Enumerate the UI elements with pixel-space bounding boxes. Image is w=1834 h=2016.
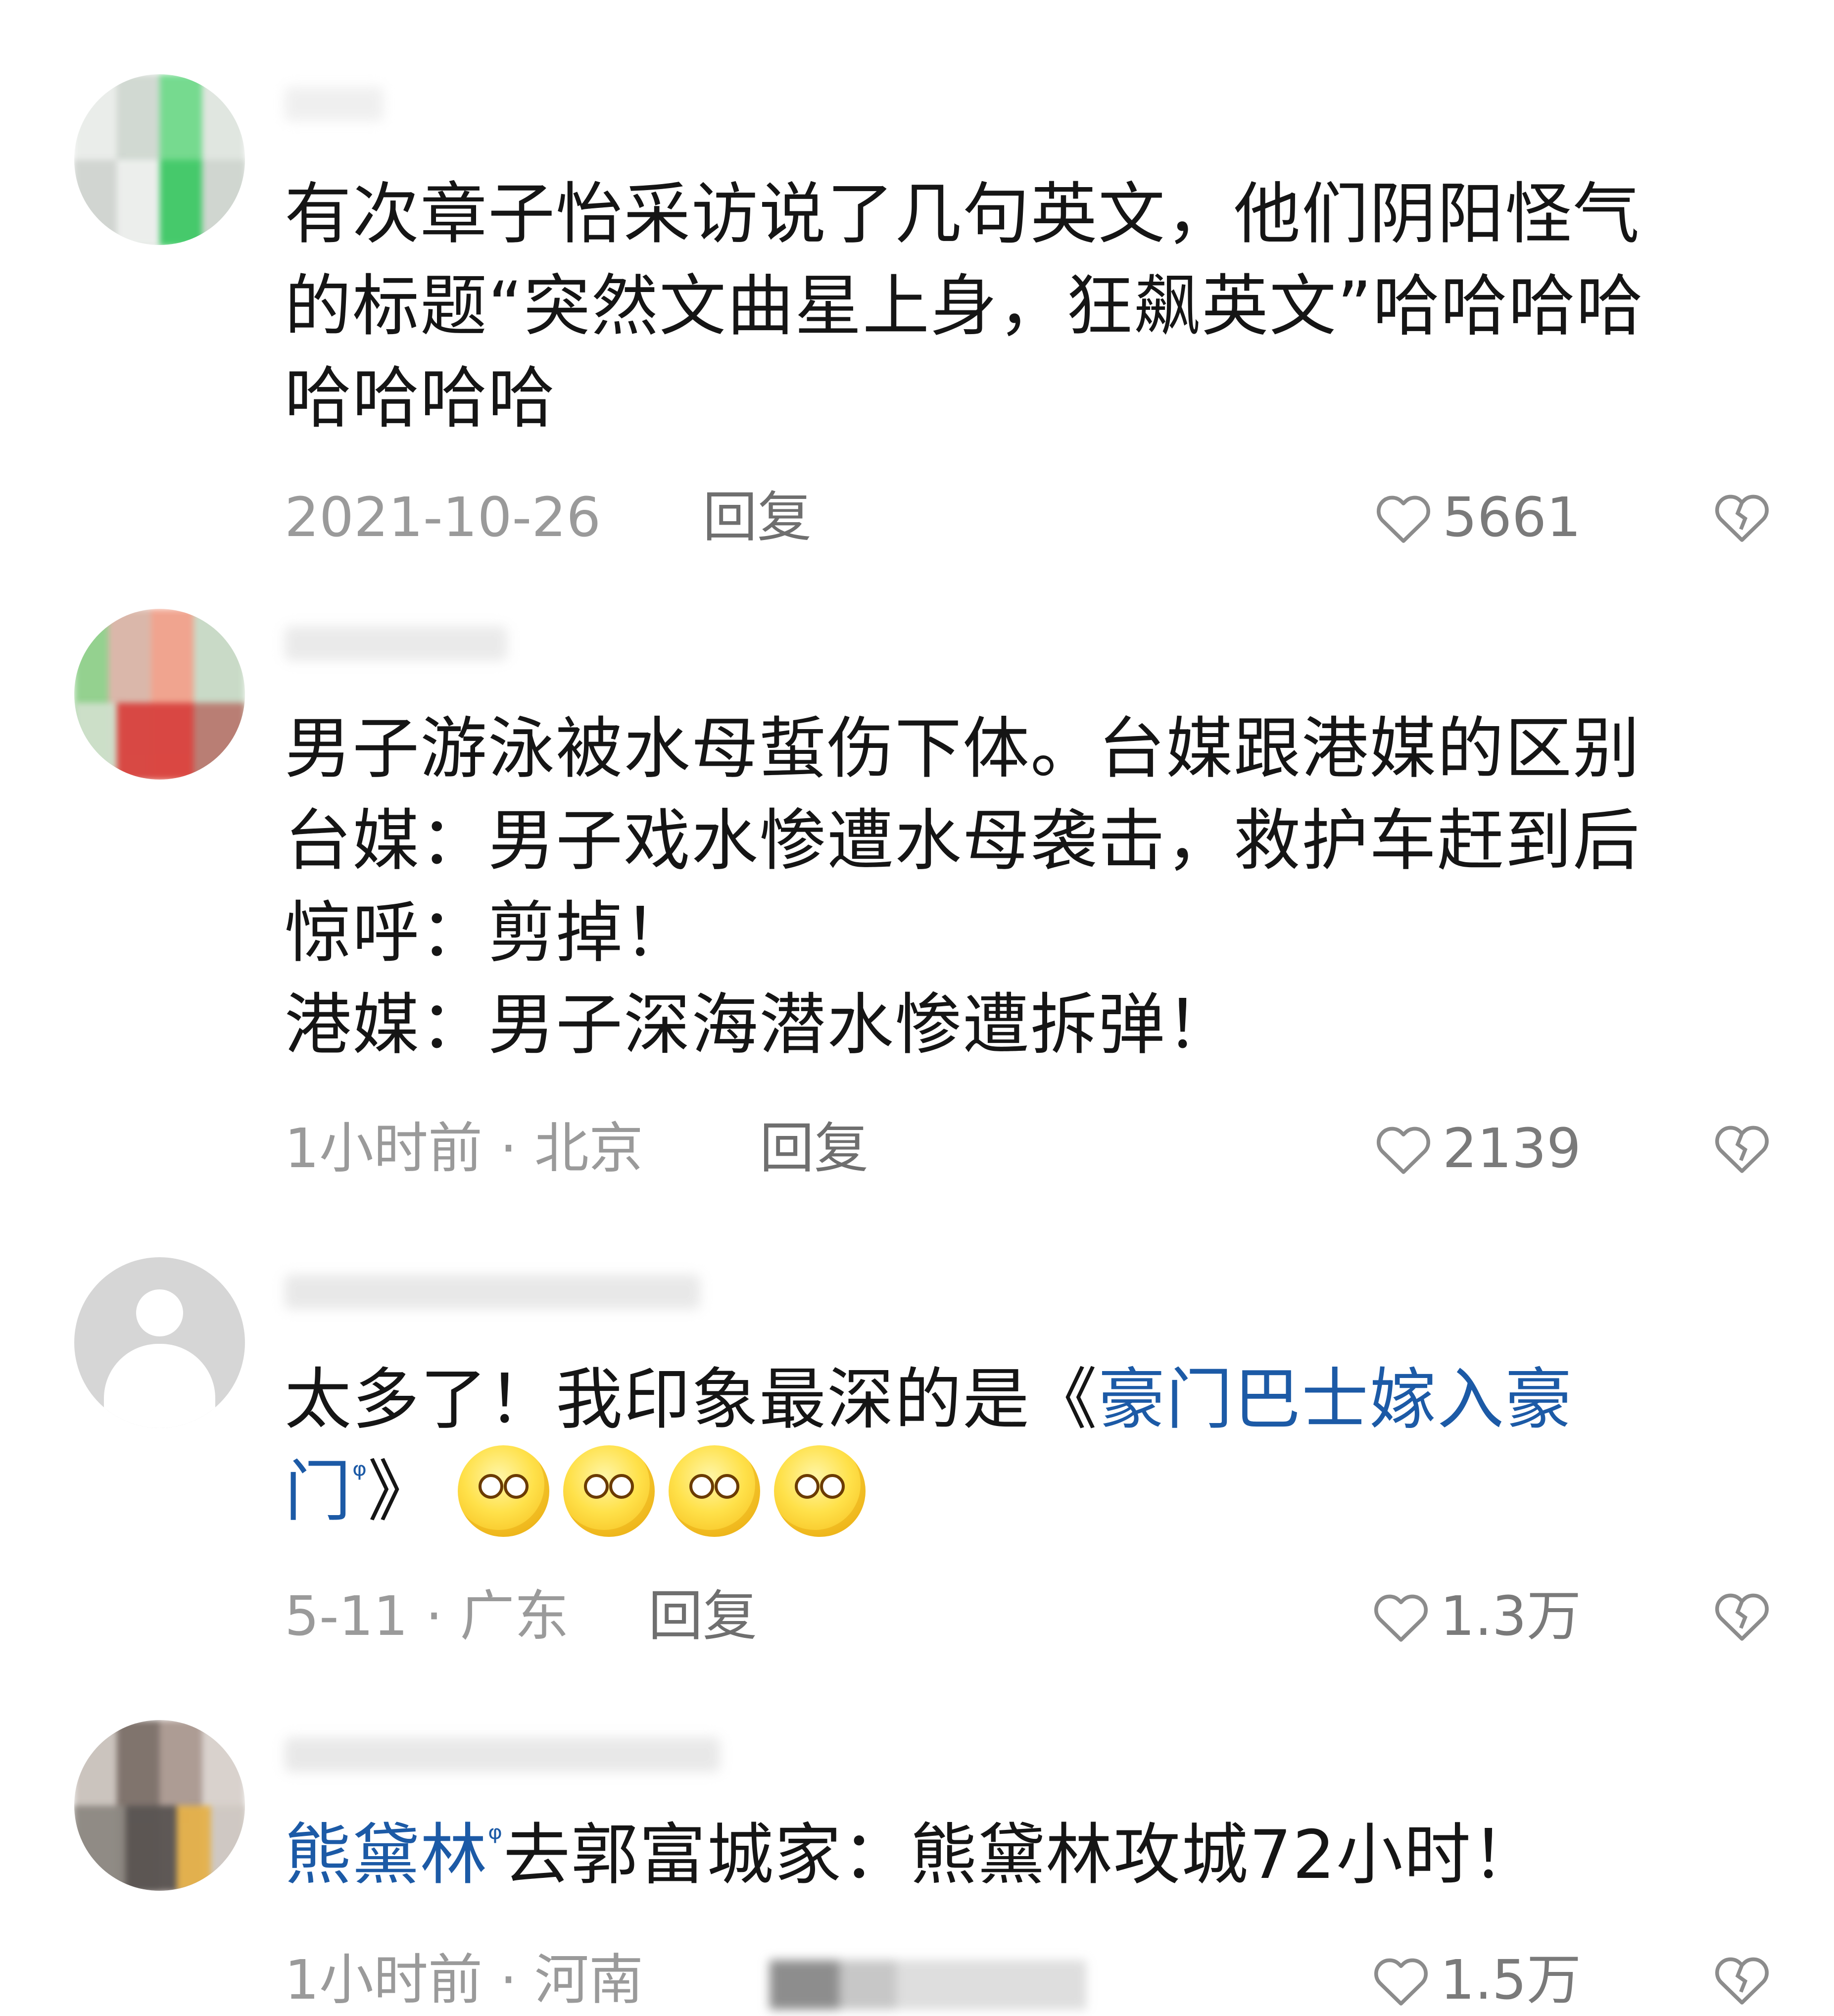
like-button[interactable]: 5661	[1371, 483, 1581, 553]
reply-button-blurred[interactable]	[770, 1960, 1086, 2010]
avatar-default[interactable]	[74, 1257, 245, 1428]
comment-date: 1小时前 · 河南	[285, 1948, 643, 2012]
comment-text: 太多了！我印象最深的是《豪门巴士嫁入豪 门ᵠ》	[285, 1354, 1739, 1542]
spongebob-emoji-icon	[563, 1445, 655, 1537]
avatar[interactable]	[74, 74, 245, 245]
reply-button[interactable]: 回复	[703, 483, 812, 552]
broken-heart-icon[interactable]	[1710, 1584, 1774, 1648]
username-blurred[interactable]	[285, 1737, 720, 1772]
heart-outline-icon	[1374, 1958, 1428, 2006]
reply-button[interactable]: 回复	[648, 1581, 757, 1651]
avatar[interactable]	[74, 609, 245, 780]
search-superscript-icon[interactable]: ᵠ	[352, 1455, 368, 1495]
comment-meta: 1小时前 · 河南 1.5万	[285, 1945, 1774, 2015]
broken-heart-icon[interactable]	[1710, 1116, 1774, 1180]
broken-heart-icon[interactable]	[1710, 1948, 1774, 2012]
like-button[interactable]: 2139	[1371, 1114, 1581, 1184]
like-count: 1.5万	[1440, 1948, 1581, 2012]
comment-meta: 5-11 · 广东 回复 1.3万	[285, 1581, 1774, 1651]
comment-date: 1小时前 · 北京	[285, 1117, 643, 1180]
comment-text-tail: 》	[368, 1453, 436, 1530]
like-button[interactable]: 1.5万	[1369, 1945, 1581, 2016]
person-silhouette-icon	[136, 1289, 183, 1336]
comment-meta: 1小时前 · 北京 回复 2139	[285, 1114, 1774, 1183]
heart-outline-icon	[1374, 1594, 1428, 1642]
comment-date: 2021-10-26	[285, 486, 601, 549]
spongebob-emoji-icon	[669, 1445, 761, 1537]
username-blurred[interactable]	[285, 626, 507, 661]
search-superscript-icon[interactable]: ᵠ	[488, 1818, 503, 1859]
like-button[interactable]: 1.3万	[1369, 1581, 1581, 1652]
spongebob-emoji-icon	[774, 1445, 866, 1537]
spongebob-emoji-icon	[458, 1445, 550, 1537]
comment-text: 熊黛林ᵠ去郭富城家：熊黛林攻城72小时！	[285, 1809, 1739, 1901]
broken-heart-icon[interactable]	[1710, 485, 1774, 549]
reply-button[interactable]: 回复	[760, 1114, 869, 1183]
username-blurred[interactable]	[285, 1275, 700, 1309]
topic-link[interactable]: 熊黛林	[285, 1816, 488, 1894]
like-count: 2139	[1443, 1117, 1581, 1180]
avatar[interactable]	[74, 1720, 245, 1891]
comment-text-tail: 去郭富城家：熊黛林攻城72小时！	[503, 1816, 1540, 1894]
comment-text: 男子游泳被水母蜇伤下体。台媒跟港媒的区别 台媒：男子戏水惨遭水母袭击，救护车赶到…	[285, 710, 1641, 1064]
heart-outline-icon	[1377, 1127, 1431, 1174]
comment-meta: 2021-10-26 回复 5661	[285, 483, 1774, 552]
comment-text-lead: 太多了！我印象最深的是《	[285, 1361, 1098, 1438]
like-count: 1.3万	[1440, 1584, 1581, 1648]
username-blurred[interactable]	[285, 87, 384, 121]
like-count: 5661	[1443, 486, 1581, 549]
comment-date: 5-11 · 广东	[285, 1584, 569, 1648]
comment-text: 有次章子怡采访说了几句英文，他们阴阳怪气 的标题“突然文曲星上身，狂飙英文”哈哈…	[285, 175, 1644, 437]
heart-outline-icon	[1377, 495, 1431, 543]
